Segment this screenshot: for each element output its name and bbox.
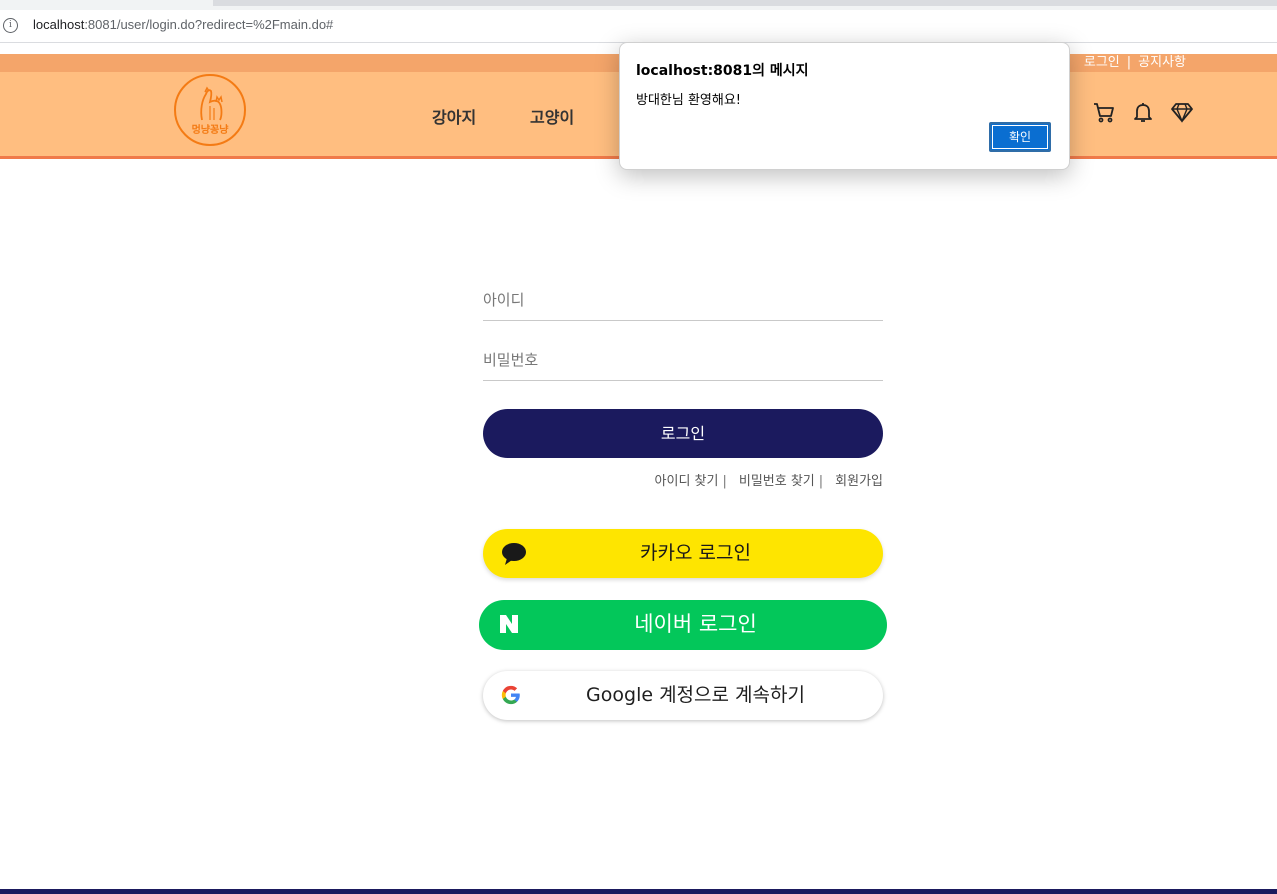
account-links: 아이디 찾기 | 비밀번호 찾기 | 회원가입 <box>655 470 883 489</box>
signup-link[interactable]: 회원가입 <box>835 474 883 489</box>
find-id-link[interactable]: 아이디 찾기 <box>655 474 719 489</box>
footer-edge <box>0 889 1277 894</box>
address-bar[interactable]: i localhost:8081/user/login.do?redirect=… <box>0 10 1277 43</box>
cart-icon[interactable] <box>1092 100 1116 124</box>
tab-bar <box>213 0 1277 6</box>
link-separator: | <box>722 474 727 489</box>
naver-login-label: 네이버 로그인 <box>634 612 757 636</box>
url-host: localhost <box>33 17 85 32</box>
util-notice-link[interactable]: 공지사항 <box>1138 55 1186 70</box>
login-button[interactable]: 로그인 <box>483 409 883 458</box>
diamond-icon[interactable] <box>1170 100 1194 124</box>
url-text[interactable]: localhost:8081/user/login.do?redirect=%2… <box>33 17 333 32</box>
kakao-login-button[interactable]: 카카오 로그인 <box>483 529 883 578</box>
info-icon[interactable]: i <box>3 18 18 33</box>
google-g-icon <box>501 685 520 705</box>
nav-cat[interactable]: 고양이 <box>530 104 574 128</box>
naver-n-icon <box>500 615 518 633</box>
dialog-message: 방대한님 환영해요! <box>636 93 742 108</box>
dog-cat-logo-icon <box>200 86 223 121</box>
util-login-link[interactable]: 로그인 <box>1084 55 1120 70</box>
nav-dog[interactable]: 강아지 <box>432 104 476 128</box>
util-separator: | <box>1126 55 1132 70</box>
password-input[interactable] <box>483 340 883 381</box>
google-login-button[interactable]: Google 계정으로 계속하기 <box>483 671 883 720</box>
utility-links: 로그인 | 공지사항 <box>1084 54 1186 72</box>
logo-text: 멍냥꽁냥 <box>191 125 229 136</box>
site-logo[interactable]: 멍냥꽁냥 <box>174 74 246 146</box>
dialog-ok-button[interactable]: 확인 <box>989 122 1051 152</box>
naver-login-button[interactable]: 네이버 로그인 <box>479 600 887 650</box>
browser-tab-strip <box>0 0 1277 10</box>
google-login-label: Google 계정으로 계속하기 <box>586 684 805 706</box>
kakao-login-label: 카카오 로그인 <box>640 542 751 564</box>
id-input[interactable] <box>483 280 883 321</box>
alert-dialog: localhost:8081의 메시지 방대한님 환영해요! 확인 <box>619 42 1070 170</box>
url-path: :8081/user/login.do?redirect=%2Fmain.do# <box>84 17 334 32</box>
find-password-link[interactable]: 비밀번호 찾기 <box>739 474 815 489</box>
bell-icon[interactable] <box>1131 100 1155 124</box>
dialog-title: localhost:8081의 메시지 <box>636 63 809 79</box>
link-separator: | <box>818 474 824 489</box>
speech-bubble-icon <box>502 543 526 565</box>
